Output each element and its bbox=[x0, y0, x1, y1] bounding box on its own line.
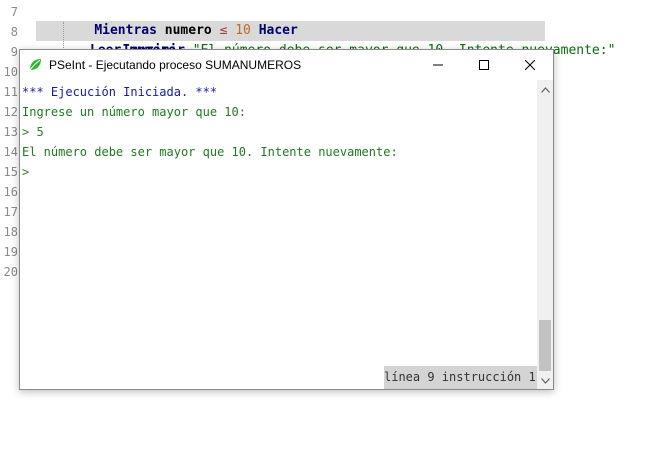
console-prompt[interactable]: > bbox=[22, 162, 29, 182]
chevron-up-icon bbox=[540, 87, 550, 93]
execution-window[interactable]: PSeInt - Ejecutando proceso SUMANUMEROS … bbox=[19, 49, 554, 390]
line-number: 19 bbox=[3, 245, 18, 259]
vertical-scrollbar[interactable] bbox=[537, 80, 553, 389]
line-number: 16 bbox=[3, 185, 18, 199]
window-title: PSeInt - Ejecutando proceso SUMANUMEROS bbox=[49, 58, 302, 72]
title-bar[interactable]: PSeInt - Ejecutando proceso SUMANUMEROS bbox=[20, 50, 553, 80]
console-output[interactable]: *** Ejecución Iniciada. *** Ingrese un n… bbox=[20, 80, 537, 389]
line-number: 18 bbox=[3, 225, 18, 239]
console-line: Ingrese un número mayor que 10: bbox=[22, 105, 246, 119]
console-line: El número debe ser mayor que 10. Intente… bbox=[22, 145, 398, 159]
scroll-up-button[interactable] bbox=[537, 82, 553, 98]
close-icon bbox=[525, 60, 535, 70]
chevron-down-icon bbox=[540, 378, 550, 384]
status-indicator: línea 9 instrucción 1 bbox=[384, 366, 537, 389]
close-button[interactable] bbox=[507, 50, 553, 80]
code-line-9-text: Leer numero bbox=[90, 41, 200, 49]
line-number: 7 bbox=[10, 5, 18, 19]
pseint-leaf-icon bbox=[29, 59, 41, 71]
code-line-8[interactable]: Imprimir "El número debe ser mayor que 1… bbox=[91, 21, 615, 58]
line-number: 13 bbox=[3, 125, 18, 139]
line-number: 15 bbox=[3, 165, 18, 179]
line-number: 17 bbox=[3, 205, 18, 219]
line-number: 9 bbox=[10, 45, 18, 59]
scroll-down-button[interactable] bbox=[537, 373, 553, 389]
line-number: 10 bbox=[3, 65, 18, 79]
line-number: 8 bbox=[10, 25, 18, 39]
maximize-button[interactable] bbox=[461, 50, 507, 80]
line-number: 12 bbox=[3, 105, 18, 119]
minimize-icon bbox=[433, 64, 443, 66]
maximize-icon bbox=[479, 60, 489, 70]
line-number: 20 bbox=[3, 265, 18, 279]
line-number: 14 bbox=[3, 145, 18, 159]
minimize-button[interactable] bbox=[415, 50, 461, 80]
scroll-thumb[interactable] bbox=[539, 320, 551, 371]
line-number: 11 bbox=[3, 85, 18, 99]
console-line: *** Ejecución Iniciada. *** bbox=[22, 85, 218, 99]
code-line-9-partial: Leer numero bbox=[90, 41, 200, 49]
console-input-line: > 5 bbox=[22, 125, 44, 139]
code-line-7[interactable]: Mientras numero ≤ 10 Hacer bbox=[63, 1, 298, 38]
